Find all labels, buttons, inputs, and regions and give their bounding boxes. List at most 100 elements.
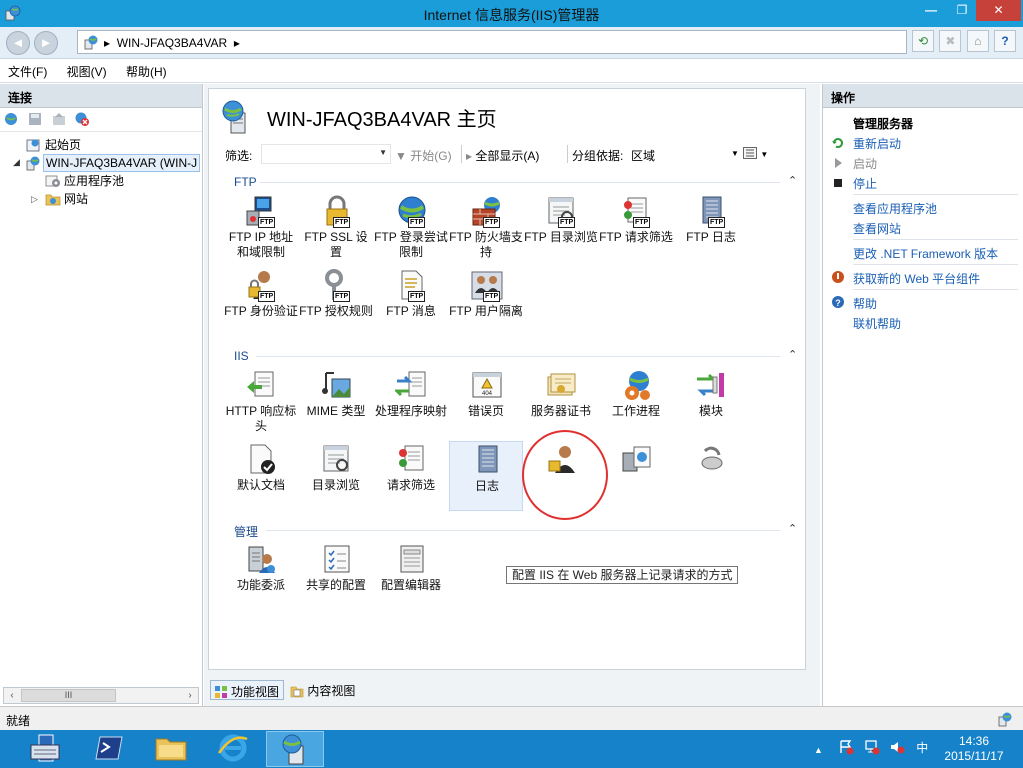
filter-dropdown-icon[interactable]: ▼ [379,148,387,157]
feature-shared-configuration[interactable]: 共享的配置 [299,541,373,611]
start-link[interactable]: 启动 [853,155,877,172]
feature-label: FTP 请求筛选 [599,230,673,244]
view-mode-button[interactable]: ▼ [743,147,768,162]
network-icon[interactable] [864,739,880,758]
iis-manager-taskbar-button[interactable] [266,731,324,767]
feature-ftp-ssl[interactable]: FTP FTP SSL 设置 [299,193,373,263]
collapse-iis-icon[interactable]: ⌃ [788,348,797,361]
ftp-badge: FTP [408,291,426,302]
feature-logging[interactable]: 日志 [449,441,523,511]
feature-directory-browsing[interactable]: 目录浏览 [299,441,373,511]
tree-item-server[interactable]: ◢ WIN-JFAQ3BA4VAR (WIN-J [0,154,202,172]
feature-error-pages[interactable]: 404 错误页 [449,367,523,437]
forward-button[interactable]: ► [34,31,58,55]
group-header-iis[interactable]: IIS [234,349,249,363]
save-icon[interactable] [27,111,43,127]
horizontal-scrollbar[interactable]: ‹ III › [3,687,199,704]
feature-ftp-request-filtering[interactable]: FTP FTP 请求筛选 [599,193,673,263]
tray-expand-arrow[interactable]: ▲ [814,745,823,755]
close-button[interactable]: ✕ [976,0,1021,21]
address-box[interactable]: ▸ WIN-JFAQ3BA4VAR ▸ [77,30,907,54]
feature-compression[interactable] [599,441,673,511]
feature-mime-types[interactable]: MIME 类型 [299,367,373,437]
stop-link[interactable]: 停止 [853,175,877,192]
scroll-thumb[interactable]: III [21,689,116,702]
help-icon[interactable]: ? [994,30,1017,52]
feature-label: FTP 授权规则 [299,304,373,318]
tab-features-view[interactable]: 功能视图 [210,680,285,700]
tree-item-app-pools[interactable]: 应用程序池 [0,172,202,190]
restart-link[interactable]: 重新启动 [853,135,901,152]
internet-explorer-taskbar-button[interactable] [204,731,262,767]
explorer-taskbar-button[interactable] [142,731,200,767]
feature-output-caching[interactable] [674,441,748,511]
action-center-icon[interactable] [838,739,854,758]
feature-default-document[interactable]: 默认文档 [224,441,298,511]
ime-indicator[interactable]: 中 [916,739,928,756]
collapse-ftp-icon[interactable]: ⌃ [788,174,797,187]
stop-icon[interactable]: ✖ [939,30,962,52]
feature-ftp-logging[interactable]: FTP FTP 日志 [674,193,748,263]
scroll-right-arrow[interactable]: › [182,688,198,703]
menu-file[interactable]: 文件(F) [0,59,55,80]
group-by-dropdown-icon[interactable]: ▼ [731,149,739,158]
server-manager-taskbar-button[interactable] [16,731,74,767]
show-all-button[interactable]: ▸ 全部显示(A) [466,147,539,164]
clock[interactable]: 14:36 2015/11/17 [930,734,1018,764]
feature-server-certificates[interactable]: 服务器证书 [524,367,598,437]
breadcrumb-server[interactable]: WIN-JFAQ3BA4VAR [117,36,227,50]
refresh-icon[interactable]: ⟲ [912,30,934,52]
feature-ftp-user-isolation[interactable]: FTP FTP 用户隔离 [449,267,523,337]
ftp-badge: FTP [708,217,726,228]
up-icon[interactable] [51,111,67,127]
menu-view[interactable]: 视图(V) [59,59,115,80]
help-link[interactable]: 帮助 [853,295,877,312]
collapse-icon[interactable]: ◢ [11,154,22,170]
feature-ftp-directory-browsing[interactable]: FTP FTP 目录浏览 [524,193,598,263]
tree-item-start-page[interactable]: 起始页 [0,136,202,154]
feature-ftp-authentication[interactable]: FTP FTP 身份验证 [224,267,298,337]
get-web-components-link[interactable]: 获取新的 Web 平台组件 [853,270,980,287]
volume-icon[interactable] [889,739,905,758]
feature-label: HTTP 响应标头 [225,404,297,433]
group-by-select[interactable]: 区域 [631,147,655,164]
feature-ftp-messages[interactable]: FTP FTP 消息 [374,267,448,337]
feature-configuration-editor[interactable]: 配置编辑器 [374,541,448,611]
feature-handler-mappings[interactable]: 处理程序映射 [374,367,448,437]
group-header-ftp[interactable]: FTP [234,175,257,189]
online-help-link[interactable]: 联机帮助 [853,315,901,332]
breadcrumb-next-arrow[interactable]: ▸ [234,36,240,50]
maximize-button[interactable]: ❐ [946,0,978,21]
start-button[interactable]: ▼ 开始(G) [395,147,452,164]
powershell-icon [95,736,123,760]
feature-ftp-firewall[interactable]: FTP FTP 防火墙支持 [449,193,523,263]
change-framework-link[interactable]: 更改 .NET Framework 版本 [853,245,998,262]
filter-input[interactable]: ▼ [261,144,391,164]
feature-http-response-headers[interactable]: HTTP 响应标头 [224,367,298,437]
view-sites-link[interactable]: 查看网站 [853,220,901,237]
collapse-management-icon[interactable]: ⌃ [788,522,797,535]
home-icon[interactable]: ⌂ [966,30,989,52]
minimize-button[interactable]: — [915,0,947,21]
expand-icon[interactable]: ▷ [31,190,38,208]
feature-ftp-logon-attempts[interactable]: FTP FTP 登录尝试限制 [374,193,448,263]
tab-content-view[interactable]: 内容视图 [287,680,359,700]
back-button[interactable]: ◄ [6,31,30,55]
scroll-left-arrow[interactable]: ‹ [4,688,20,703]
feature-ftp-authorization-rules[interactable]: FTP FTP 授权规则 [299,267,373,337]
tree-item-sites[interactable]: ▷ 网站 [0,190,202,208]
group-by-label: 分组依据: [572,149,624,163]
disconnect-icon[interactable] [74,111,90,127]
feature-modules[interactable]: 模块 [674,367,748,437]
feature-label: 功能委派 [236,578,285,592]
connect-icon[interactable] [4,111,20,127]
feature-ftp-ip-restrictions[interactable]: FTP FTP IP 地址和域限制 [224,193,298,263]
feature-worker-processes[interactable]: 工作进程 [599,367,673,437]
menu-help[interactable]: 帮助(H) [118,59,175,80]
view-app-pools-link[interactable]: 查看应用程序池 [853,200,937,217]
group-header-management[interactable]: 管理 [234,523,258,540]
feature-label: FTP 身份验证 [224,304,298,318]
powershell-taskbar-button[interactable] [80,731,138,767]
feature-request-filtering[interactable]: 请求筛选 [374,441,448,511]
feature-delegation[interactable]: 功能委派 [224,541,298,611]
